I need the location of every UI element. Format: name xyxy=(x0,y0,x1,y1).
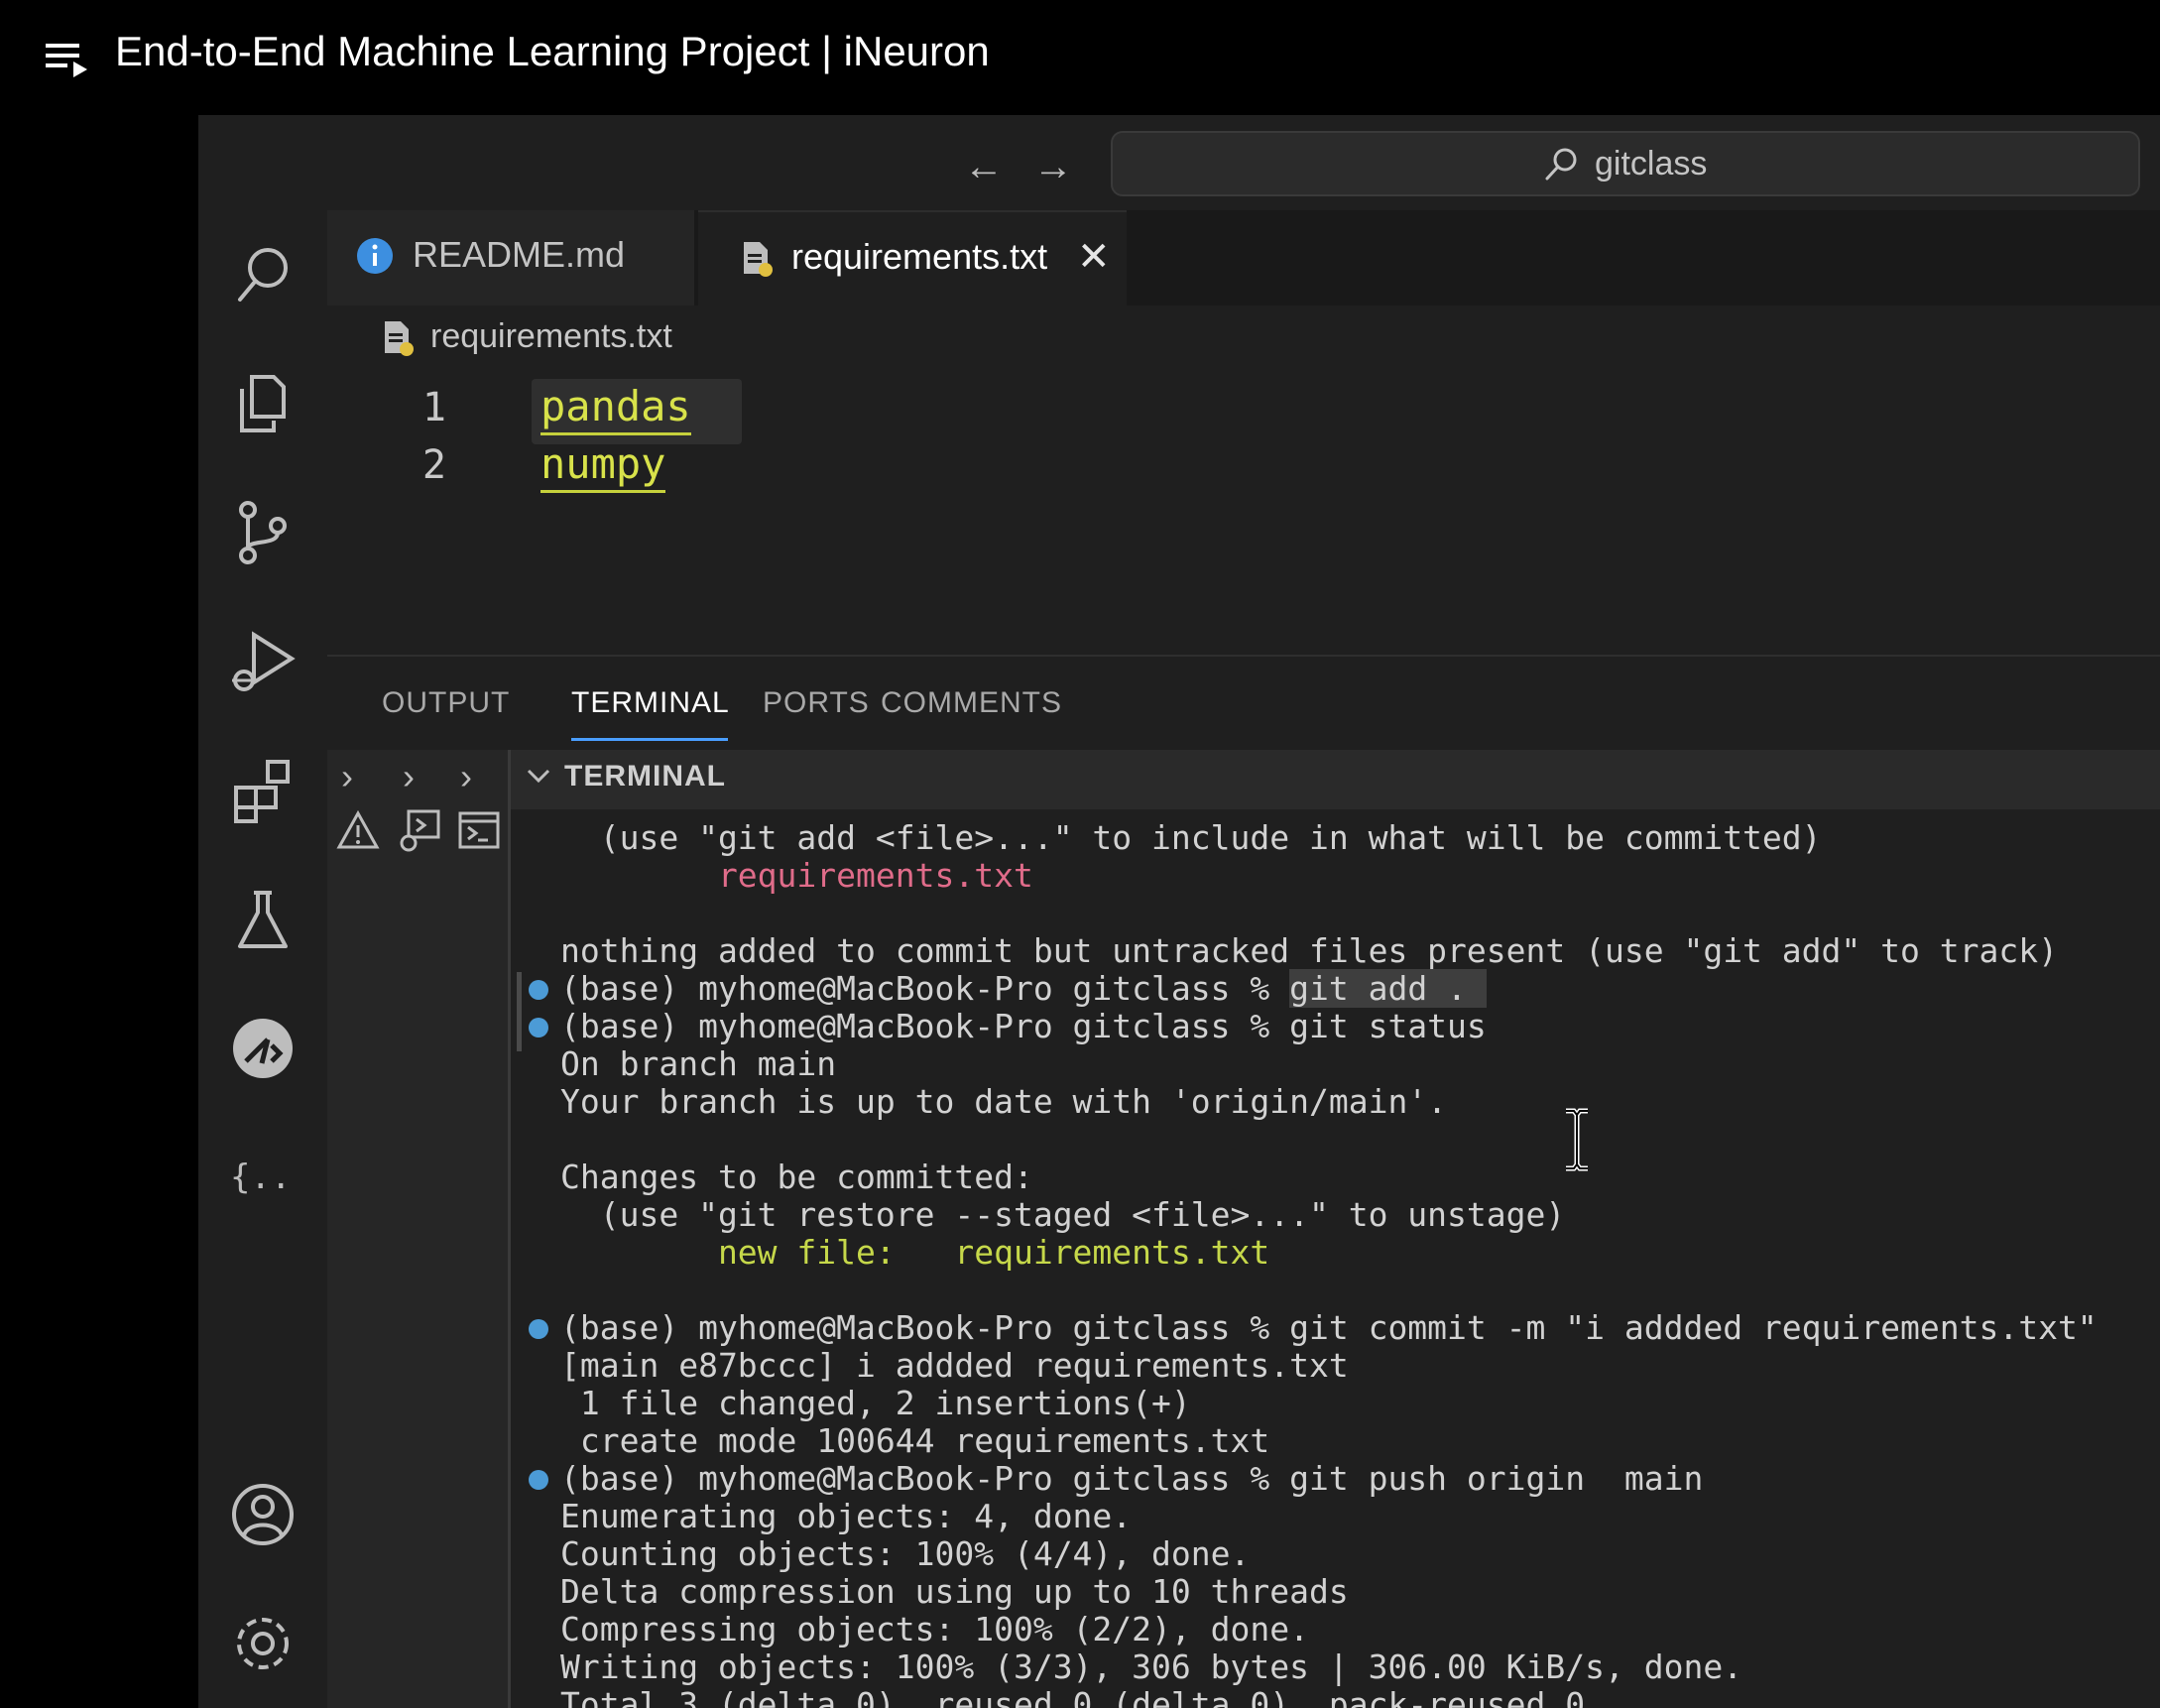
remote-icon[interactable] xyxy=(228,1014,298,1083)
command-center-search[interactable]: gitclass xyxy=(1111,131,2140,196)
terminal-line: (base) myhome@MacBook-Pro gitclass % git… xyxy=(560,1459,1704,1498)
terminal-line: Enumerating objects: 4, done. xyxy=(560,1497,1133,1535)
chevron-down-icon[interactable] xyxy=(525,762,552,790)
video-title-bar: End-to-End Machine Learning Project | iN… xyxy=(0,0,2160,115)
info-icon xyxy=(357,238,393,274)
terminal-icon[interactable] xyxy=(456,807,502,853)
terminal-line: [main e87bccc] i addded requirements.txt xyxy=(560,1346,1349,1385)
command-decoration-dot[interactable] xyxy=(529,980,548,1000)
terminal-line: Your branch is up to date with 'origin/m… xyxy=(560,1082,1448,1121)
file-icon xyxy=(385,321,414,356)
run-debug-icon[interactable] xyxy=(228,627,298,696)
terminal-line: Compressing objects: 100% (2/2), done. xyxy=(560,1610,1309,1648)
text-cursor-icon xyxy=(1566,1108,1588,1171)
playlist-icon[interactable] xyxy=(44,40,89,79)
explorer-icon[interactable] xyxy=(228,369,298,438)
tab-terminal[interactable]: TERMINAL xyxy=(571,686,730,720)
panel-tabs: OUTPUT TERMINAL PORTS COMMENTS xyxy=(327,657,2160,750)
svg-text:{...}: {...} xyxy=(230,1158,298,1197)
chevron-right-icon[interactable]: › xyxy=(341,756,353,797)
chevron-right-icon[interactable]: › xyxy=(403,756,415,797)
source-control-icon[interactable] xyxy=(228,498,298,567)
testing-icon[interactable] xyxy=(228,885,298,954)
tab-ports[interactable]: PORTS xyxy=(763,686,870,720)
json-icon[interactable]: {...} xyxy=(228,1143,331,1212)
extensions-icon[interactable] xyxy=(228,756,298,825)
terminal-line: requirements.txt xyxy=(560,856,1033,895)
search-icon xyxy=(1545,148,1577,181)
tab-label: README.md xyxy=(413,234,626,275)
tab-readme[interactable]: README.md xyxy=(327,210,694,305)
terminal-line: Delta compression using up to 10 threads xyxy=(560,1572,1349,1611)
file-icon xyxy=(744,242,773,277)
terminal-line: create mode 100644 requirements.txt xyxy=(560,1421,1270,1460)
search-icon[interactable] xyxy=(228,240,298,309)
video-title: End-to-End Machine Learning Project | iN… xyxy=(115,28,990,74)
line-number: 2 xyxy=(421,442,446,488)
command-decoration-dot[interactable] xyxy=(529,1018,548,1037)
prompt-text: (base) myhome@MacBook-Pro gitclass % xyxy=(560,969,1290,1008)
settings-icon[interactable] xyxy=(228,1609,298,1678)
terminal-line: Total 3 (delta 0), reused 0 (delta 0), p… xyxy=(560,1685,1586,1708)
terminal-line: (base) myhome@MacBook-Pro gitclass % git… xyxy=(560,969,1487,1008)
terminal-line: Writing objects: 100% (3/3), 306 bytes |… xyxy=(560,1647,1743,1686)
terminal-line: new file: requirements.txt xyxy=(560,1233,1270,1272)
active-tab-indicator xyxy=(571,738,728,741)
command-decoration-dot[interactable] xyxy=(529,1470,548,1490)
terminal-header[interactable]: TERMINAL xyxy=(511,750,2160,809)
terminal-line: (use "git restore --staged <file>..." to… xyxy=(560,1195,1566,1234)
tab-label: requirements.txt xyxy=(791,236,1048,277)
chevron-right-icon[interactable]: › xyxy=(460,756,472,797)
terminal-output[interactable]: (use "git add <file>..." to include in w… xyxy=(511,809,2160,1708)
terminal-line: Counting objects: 100% (4/4), done. xyxy=(560,1534,1251,1573)
code-line[interactable]: numpy xyxy=(540,438,666,493)
panel-collapsed-views: › › › xyxy=(327,750,508,1708)
tab-output[interactable]: OUTPUT xyxy=(382,686,510,720)
search-text: gitclass xyxy=(1595,145,1708,183)
breadcrumb-file: requirements.txt xyxy=(430,317,672,355)
command-decoration-dot[interactable] xyxy=(529,1319,548,1339)
terminal-line: On branch main xyxy=(560,1044,837,1083)
tab-requirements[interactable]: requirements.txt ✕ xyxy=(698,210,1127,307)
account-icon[interactable] xyxy=(228,1480,298,1549)
code-editor[interactable]: 1 pandas 2 numpy xyxy=(327,369,2160,657)
arrow-left-icon[interactable]: ← xyxy=(962,145,1006,188)
selected-command: git add . xyxy=(1289,969,1487,1008)
problems-icon[interactable] xyxy=(335,807,381,853)
arrow-right-icon[interactable]: → xyxy=(1031,145,1075,188)
command-gutter-bar xyxy=(517,972,522,1051)
terminal-line: (use "git add <file>..." to include in w… xyxy=(560,818,1822,857)
close-icon[interactable]: ✕ xyxy=(1077,234,1111,280)
vscode-window: ← → gitclass {...} xyxy=(198,115,2160,1708)
activity-bar: {...} xyxy=(198,210,331,1708)
terminal-line: nothing added to commit but untracked fi… xyxy=(560,931,2058,970)
terminal-line: Changes to be committed: xyxy=(560,1158,1033,1196)
terminal-line: 1 file changed, 2 insertions(+) xyxy=(560,1384,1191,1422)
tab-comments[interactable]: COMMENTS xyxy=(881,686,1062,720)
terminal-line: (base) myhome@MacBook-Pro gitclass % git… xyxy=(560,1308,2098,1347)
terminal-section-label: TERMINAL xyxy=(564,760,726,793)
terminal-line: (base) myhome@MacBook-Pro gitclass % git… xyxy=(560,1007,1487,1045)
debug-console-icon[interactable] xyxy=(397,807,442,853)
code-line[interactable]: pandas xyxy=(540,381,691,435)
editor-tabs: README.md requirements.txt ✕ xyxy=(327,210,2160,307)
line-number: 1 xyxy=(421,385,446,430)
